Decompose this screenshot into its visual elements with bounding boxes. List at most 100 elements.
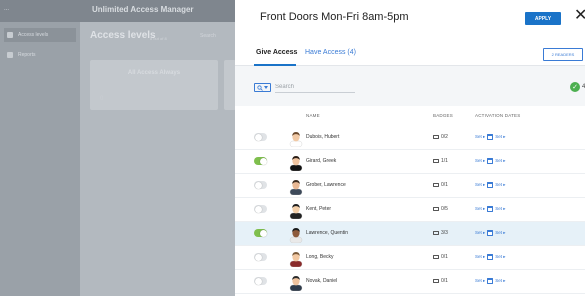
background-sidebar-item-reports: Reports: [4, 48, 76, 62]
table-row[interactable]: Novak, Daniel 0/1 Set ▸ Set ▸ ⋮: [235, 270, 585, 294]
access-toggle[interactable]: [254, 253, 267, 261]
badge-icon: [433, 207, 439, 211]
tab-give-access[interactable]: Give Access: [256, 49, 297, 56]
set-start-link[interactable]: Set ▸: [475, 134, 485, 140]
badge-count-value: 3/3: [441, 230, 448, 236]
set-start-link[interactable]: Set ▸: [475, 158, 485, 164]
table-row[interactable]: Lawrence, Quentin 3/3 Set ▸ Set ▸ ⋮: [235, 222, 585, 246]
search-input[interactable]: [275, 81, 355, 93]
badge-icon: [433, 135, 439, 139]
background-card-count: 0: [100, 96, 104, 102]
table-row[interactable]: Kent, Peter 0/5 Set ▸ Set ▸ ⋮: [235, 198, 585, 222]
calendar-icon[interactable]: [487, 182, 494, 188]
set-start-label: Set: [475, 158, 482, 163]
badge-count-value: 0/1: [441, 254, 448, 260]
set-end-link[interactable]: Set ▸: [495, 254, 505, 260]
badge-icon: [433, 183, 439, 187]
set-end-link[interactable]: Set ▸: [495, 278, 505, 284]
badge-count: 3/3: [433, 230, 448, 236]
avatar: [289, 180, 303, 195]
table-row[interactable]: Girard, Greek 1/1 Set ▸ Set ▸ ⋮: [235, 150, 585, 174]
background-sidebar: Access levels Reports: [0, 22, 80, 296]
background-sidebar-item-access-levels: Access levels: [4, 28, 76, 42]
activation-dates: Set ▸ Set ▸: [475, 158, 506, 164]
badge-count: 0/2: [433, 134, 448, 140]
background-search: Search: [200, 33, 216, 39]
calendar-icon[interactable]: [487, 134, 494, 140]
set-end-link[interactable]: Set ▸: [495, 230, 505, 236]
background-sidebar-item-label: Reports: [18, 52, 36, 58]
set-start-link[interactable]: Set ▸: [475, 278, 485, 284]
calendar-icon[interactable]: [487, 254, 494, 260]
badge-count: 1/1: [433, 158, 448, 164]
set-end-link[interactable]: Set ▸: [495, 206, 505, 212]
set-end-label: Set: [495, 182, 503, 187]
background-card: All Access Always 0: [90, 60, 218, 110]
set-start-link[interactable]: Set ▸: [475, 206, 485, 212]
set-end-label: Set: [495, 254, 503, 259]
tab-have-access[interactable]: Have Access (4): [305, 49, 356, 56]
badge-count-value: 0/1: [441, 182, 448, 188]
badge-count: 0/1: [433, 278, 448, 284]
access-toggle[interactable]: [254, 181, 267, 189]
activation-dates: Set ▸ Set ▸: [475, 230, 506, 236]
access-toggle[interactable]: [254, 133, 267, 141]
person-name: Girard, Greek: [306, 158, 337, 164]
calendar-icon[interactable]: [487, 278, 494, 284]
panel-tabs: Give Access Have Access (4) 2 READERS: [235, 44, 585, 66]
badge-count-value: 0/5: [441, 206, 448, 212]
badge-count-value: 0/1: [441, 278, 448, 284]
badge-icon: [433, 279, 439, 283]
set-end-link[interactable]: Set ▸: [495, 182, 505, 188]
avatar: [289, 276, 303, 291]
badge-count-value: 0/2: [441, 134, 448, 140]
column-header-badges: BADGES: [433, 113, 453, 118]
apply-button[interactable]: APPLY: [525, 12, 561, 25]
access-toggle[interactable]: [254, 157, 267, 165]
set-end-link[interactable]: Set ▸: [495, 158, 505, 164]
table-row[interactable]: Long, Becky 0/1 Set ▸ Set ▸ ⋮: [235, 246, 585, 270]
set-start-link[interactable]: Set ▸: [475, 230, 485, 236]
badge-count: 0/5: [433, 206, 448, 212]
reports-icon: [7, 52, 13, 58]
person-name: Long, Becky: [306, 254, 334, 260]
avatar: [289, 204, 303, 219]
avatar: [289, 252, 303, 267]
calendar-icon[interactable]: [487, 158, 494, 164]
set-start-label: Set: [475, 134, 482, 139]
access-toggle[interactable]: [254, 277, 267, 285]
calendar-icon[interactable]: [487, 206, 494, 212]
activation-dates: Set ▸ Set ▸: [475, 206, 506, 212]
set-start-label: Set: [475, 206, 482, 211]
activation-dates: Set ▸ Set ▸: [475, 254, 506, 260]
chevron-down-icon: [264, 86, 268, 89]
person-name: Dubois, Hubert: [306, 134, 340, 140]
background-sidebar-item-label: Access levels: [18, 32, 49, 38]
column-header-name: NAME: [306, 113, 320, 118]
activation-dates: Set ▸ Set ▸: [475, 182, 506, 188]
badge-count: 0/1: [433, 254, 448, 260]
badge-count: 0/1: [433, 182, 448, 188]
person-name: Grober, Lawrence: [306, 182, 346, 188]
set-start-link[interactable]: Set ▸: [475, 182, 485, 188]
activation-dates: Set ▸ Set ▸: [475, 278, 506, 284]
background-app-title: Unlimited Access Manager: [92, 5, 194, 14]
calendar-icon[interactable]: [487, 230, 494, 236]
table-row[interactable]: Grober, Lawrence 0/1 Set ▸ Set ▸ ⋮: [235, 174, 585, 198]
person-name: Novak, Daniel: [306, 278, 338, 284]
access-toggle[interactable]: [254, 205, 267, 213]
avatar: [289, 228, 303, 243]
access-toggle[interactable]: [254, 229, 267, 237]
table-row[interactable]: Dubois, Hubert 0/2 Set ▸ Set ▸ ⋮: [235, 126, 585, 150]
avatar: [289, 156, 303, 171]
search-filter-button[interactable]: [254, 83, 271, 92]
set-end-link[interactable]: Set ▸: [495, 134, 505, 140]
set-start-link[interactable]: Set ▸: [475, 254, 485, 260]
readers-button[interactable]: 2 READERS: [543, 48, 583, 61]
close-icon[interactable]: ✕: [574, 8, 585, 24]
people-list: Dubois, Hubert 0/2 Set ▸ Set ▸ ⋮ Girard,…: [235, 126, 585, 294]
avatar: [289, 132, 303, 147]
check-icon: ✓: [570, 82, 580, 92]
column-header-activation-dates: ACTIVATION DATES: [475, 113, 521, 118]
badge-icon: [433, 231, 439, 235]
